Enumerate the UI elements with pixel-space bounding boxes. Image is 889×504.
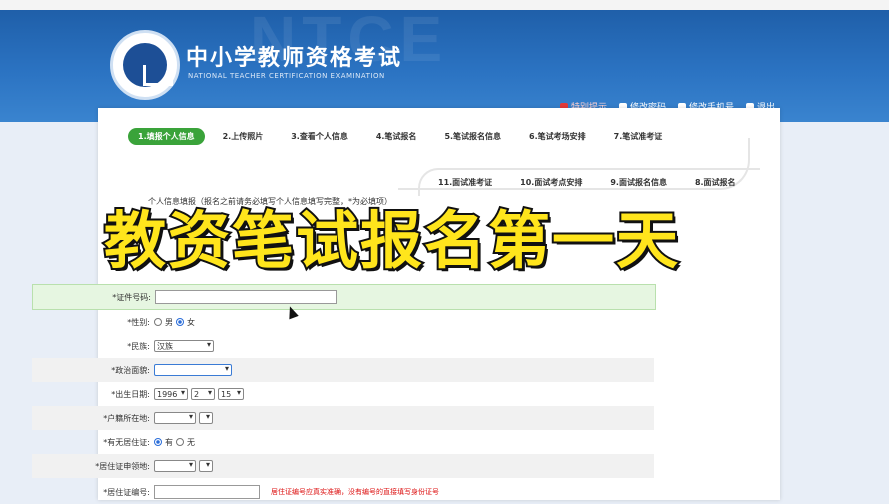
row-permit-number: *居住证编号: 居住证编号应真实准确，没有编号的直接填写身份证号 bbox=[32, 480, 654, 504]
permit-province-select[interactable] bbox=[154, 460, 196, 472]
id-number-input[interactable] bbox=[155, 290, 337, 304]
gender-male-radio[interactable] bbox=[154, 318, 162, 326]
row-birth-date: *出生日期: 1996 2 15 bbox=[32, 382, 654, 406]
row-gender: *性别: 男 女 bbox=[127, 317, 195, 327]
permit-city-select[interactable] bbox=[199, 460, 213, 472]
steps-row-2: 11.面试准考证 10.面试考点安排 9.面试报名信息 8.面试报名 bbox=[428, 174, 754, 191]
political-status-select[interactable] bbox=[154, 364, 232, 376]
residence-no-radio[interactable] bbox=[176, 438, 184, 446]
step-1[interactable]: 1.填报个人信息 bbox=[128, 128, 205, 145]
site-header: NTCE 中小学教师资格考试 NATIONAL TEACHER CERTIFIC… bbox=[0, 10, 889, 122]
row-permit-issue: *居住证申领地: bbox=[32, 454, 654, 478]
step-10[interactable]: 10.面试考点安排 bbox=[510, 174, 592, 191]
step-2[interactable]: 2.上传照片 bbox=[213, 128, 274, 145]
overlay-caption: 教资笔试报名第一天 bbox=[102, 202, 681, 279]
row-household: *户籍所在地: bbox=[32, 406, 654, 430]
exam-logo-icon bbox=[110, 30, 180, 100]
residence-yes-radio[interactable] bbox=[154, 438, 162, 446]
site-title: 中小学教师资格考试 bbox=[186, 46, 403, 71]
gender-female-radio[interactable] bbox=[176, 318, 184, 326]
birth-month-select[interactable]: 2 bbox=[191, 388, 215, 400]
permit-number-input[interactable] bbox=[154, 485, 260, 499]
row-id-number: *证件号码: bbox=[32, 284, 656, 310]
row-residence-permit: *有无居住证: 有 无 bbox=[103, 437, 195, 447]
birth-year-select[interactable]: 1996 bbox=[154, 388, 188, 400]
birth-day-select[interactable]: 15 bbox=[218, 388, 244, 400]
ethnicity-select[interactable]: 汉族 bbox=[154, 340, 214, 352]
browser-top-strip bbox=[0, 0, 889, 10]
permit-number-note: 居住证编号应真实准确，没有编号的直接填写身份证号 bbox=[271, 488, 439, 496]
site-subtitle: NATIONAL TEACHER CERTIFICATION EXAMINATI… bbox=[188, 72, 385, 80]
step-6[interactable]: 6.笔试考场安排 bbox=[519, 128, 596, 145]
row-ethnicity: *民族: 汉族 bbox=[32, 334, 654, 358]
household-city-select[interactable] bbox=[199, 412, 213, 424]
household-province-select[interactable] bbox=[154, 412, 196, 424]
step-11[interactable]: 11.面试准考证 bbox=[428, 174, 502, 191]
steps-row-1: 1.填报个人信息 2.上传照片 3.查看个人信息 4.笔试报名 5.笔试报名信息… bbox=[128, 128, 680, 145]
step-3[interactable]: 3.查看个人信息 bbox=[281, 128, 358, 145]
step-5[interactable]: 5.笔试报名信息 bbox=[434, 128, 511, 145]
step-9[interactable]: 9.面试报名信息 bbox=[600, 174, 677, 191]
registration-steps: 1.填报个人信息 2.上传照片 3.查看个人信息 4.笔试报名 5.笔试报名信息… bbox=[128, 122, 760, 196]
step-8[interactable]: 8.面试报名 bbox=[685, 174, 746, 191]
step-7[interactable]: 7.笔试准考证 bbox=[604, 128, 673, 145]
row-political: *政治面貌: bbox=[32, 358, 654, 382]
step-4[interactable]: 4.笔试报名 bbox=[366, 128, 427, 145]
